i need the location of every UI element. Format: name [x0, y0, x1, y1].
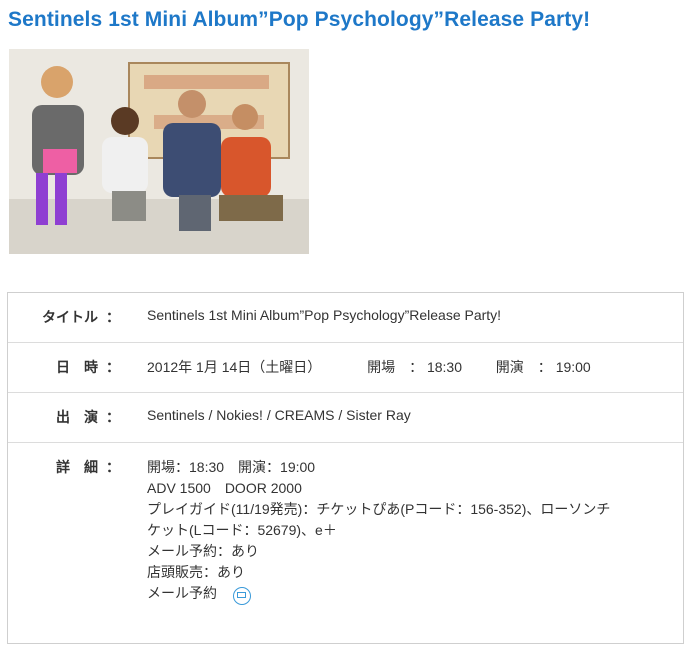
datetime-value: 2012年 1月 14日（土曜日） 開場 ： 18:30 開演 ： 19:00 — [147, 357, 591, 377]
mail-reserve-line: メール予約 — [147, 583, 647, 606]
page-title: Sentinels 1st Mini Album”Pop Psychology”… — [8, 8, 591, 31]
band-photo — [9, 49, 309, 254]
datetime-row: 日 時 ： 2012年 1月 14日（土曜日） 開場 ： 18:30 開演 ： … — [8, 343, 683, 393]
details-content: 開場：18:30 開演：19:00 ADV 1500 DOOR 2000 プレイ… — [147, 457, 647, 606]
title-colon: ： — [106, 309, 120, 325]
start-label: 開演 ： — [495, 359, 552, 375]
details-line: 開場：18:30 開演：19:00 — [147, 459, 316, 475]
event-date: 2012年 1月 14日（土曜日） — [147, 359, 322, 375]
details-label: 詳 細 — [56, 459, 98, 475]
open-label: 開場 ： — [367, 359, 424, 375]
performers-label: 出 演 — [56, 409, 98, 425]
details-colon: ： — [106, 459, 120, 475]
title-label: タイトル — [42, 309, 98, 325]
details-line: プレイガイド(11/19発売)：チケットぴあ(Pコード：156-352)、ローソ… — [147, 501, 611, 517]
start-time: 19:00 — [555, 359, 591, 375]
performers-colon: ： — [106, 409, 120, 425]
mail-icon[interactable] — [232, 587, 251, 606]
performers-row: 出 演 ： Sentinels / Nokies! / CREAMS / Sis… — [8, 393, 683, 443]
event-info-table: タイトル ： Sentinels 1st Mini Album”Pop Psyc… — [7, 292, 684, 644]
details-line: ADV 1500 DOOR 2000 — [147, 480, 302, 496]
details-line: ケット(Lコード：52679)、e＋ — [147, 522, 337, 538]
details-row: 詳 細 ： 開場：18:30 開演：19:00 ADV 1500 DOOR 20… — [8, 443, 683, 643]
performers-value: Sentinels / Nokies! / CREAMS / Sister Ra… — [147, 407, 411, 423]
mail-reserve-label: メール予約 — [147, 585, 217, 601]
datetime-colon: ： — [106, 359, 120, 375]
title-value: Sentinels 1st Mini Album”Pop Psychology”… — [147, 307, 502, 323]
details-line: メール予約：あり — [147, 543, 259, 559]
open-time: 18:30 — [426, 359, 463, 375]
title-row: タイトル ： Sentinels 1st Mini Album”Pop Psyc… — [8, 293, 683, 343]
datetime-label: 日 時 — [56, 359, 98, 375]
details-line: 店頭販売：あり — [147, 564, 245, 580]
